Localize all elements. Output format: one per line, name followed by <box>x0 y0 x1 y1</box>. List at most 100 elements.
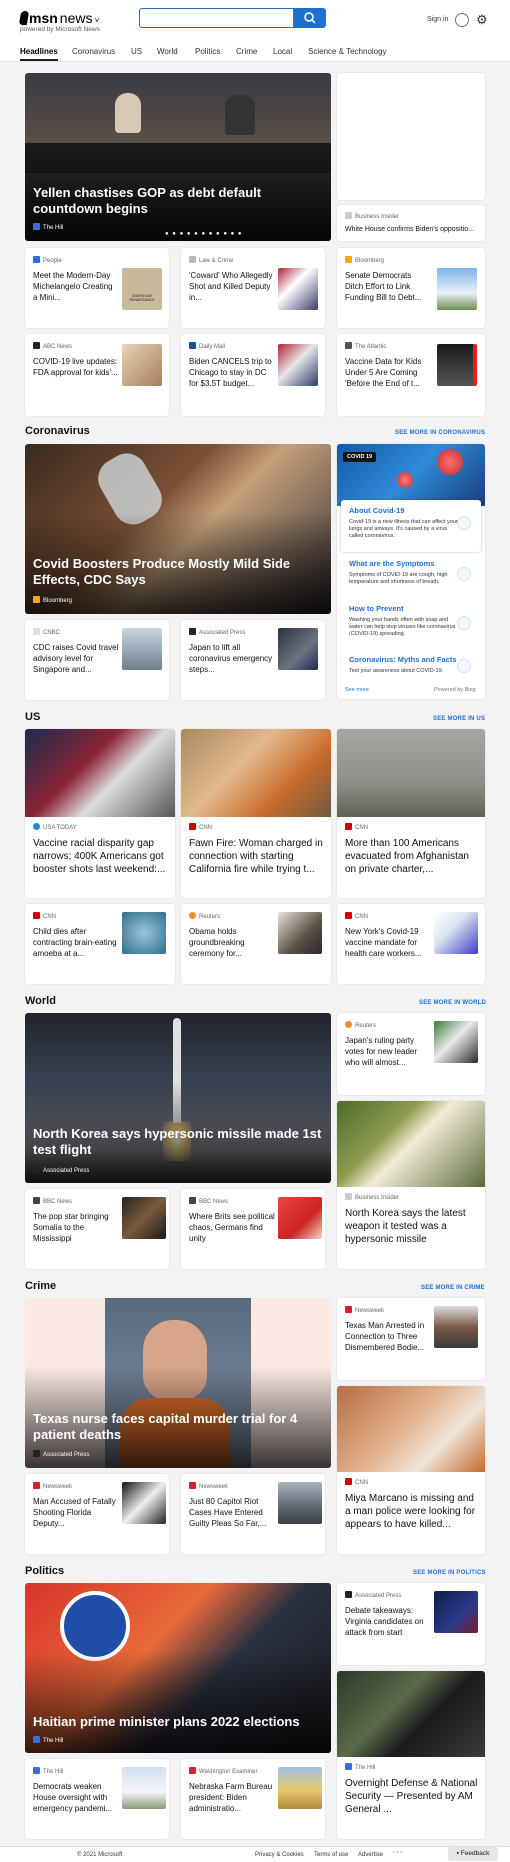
sign-in-link[interactable]: Sign in <box>427 16 448 23</box>
card-overnight-defense[interactable]: The Hill Overnight Defense & National Se… <box>337 1671 485 1839</box>
carousel-dots[interactable]: ● ● ● ● ● ● ● ● ● ● ● <box>165 231 243 237</box>
msn-logo[interactable]: msn news ˅ <box>18 10 100 26</box>
hero-card-north-korea[interactable]: North Korea says hypersonic missile made… <box>25 1013 331 1183</box>
card-title: 'Coward' Who Allegedly Shot and Killed D… <box>189 271 273 302</box>
terms-link[interactable]: Terms of use <box>314 1852 348 1858</box>
card-covid-live[interactable]: ABC News COVID-19 live updates: FDA appr… <box>25 334 169 416</box>
source-icon <box>189 823 196 830</box>
card-cdc-singapore[interactable]: CNBC CDC raises Covid travel advisory le… <box>25 620 169 700</box>
covid-item-prevent[interactable]: How to Prevent Washing your hands often … <box>341 602 481 648</box>
card-fawn-fire[interactable]: CNN Fawn Fire: Woman charged in connecti… <box>181 729 331 898</box>
covid-item-about[interactable]: About Covid-19 Covid-19 is a new illness… <box>341 500 481 552</box>
section-heading-us: US <box>25 711 41 723</box>
see-more-politics[interactable]: SEE MORE IN POLITICS <box>413 1570 486 1576</box>
tab-science-technology[interactable]: Science & Technology <box>308 47 387 56</box>
card-debate-takeaways[interactable]: Associated Press Debate takeaways: Virgi… <box>337 1583 485 1665</box>
tab-headlines[interactable]: Headlines <box>20 47 58 61</box>
card-obama[interactable]: Reuters Obama holds groundbreaking cerem… <box>181 904 331 984</box>
card-amoeba[interactable]: CNN Child dies after contracting brain-e… <box>25 904 175 984</box>
hero-source: The Hill <box>33 223 63 231</box>
hero-source-label: Bloomberg <box>43 598 73 604</box>
privacy-link[interactable]: Privacy & Cookies <box>255 1852 304 1858</box>
feedback-button[interactable]: ▪ Feedback <box>448 1847 498 1861</box>
tab-politics[interactable]: Politics <box>195 47 220 56</box>
card-nk-hypersonic[interactable]: Business Insider North Korea says the la… <box>337 1101 485 1269</box>
hero-card-texas-nurse[interactable]: Texas nurse faces capital murder trial f… <box>25 1298 331 1468</box>
card-brits-germans[interactable]: BBC News Where Brits see political chaos… <box>181 1189 325 1269</box>
card-title: CDC raises Covid travel advisory level f… <box>33 643 119 674</box>
advertise-link[interactable]: Advertise <box>358 1852 383 1858</box>
card-title: Just 80 Capitol Riot Cases Have Entered … <box>189 1497 267 1528</box>
covid-item-symptoms[interactable]: What are the Symptoms Symptoms of COVID-… <box>341 557 481 597</box>
source-icon <box>345 912 352 919</box>
card-vaccine-gap[interactable]: USA TODAY Vaccine racial disparity gap n… <box>25 729 175 898</box>
source-label: BBC News <box>199 1199 229 1205</box>
source-label: Washington Examiner <box>199 1769 258 1775</box>
hero-card-yellen[interactable]: Yellen chastises GOP as debt default cou… <box>25 73 331 241</box>
card-japan-emergency[interactable]: Associated Press Japan to lift all coron… <box>181 620 325 700</box>
avatar-icon[interactable] <box>455 13 469 27</box>
hero-source: Associated Press <box>33 1450 89 1458</box>
tab-us[interactable]: US <box>131 47 142 56</box>
card-biden-chicago[interactable]: Daily Mail Biden CANCELS trip to Chicago… <box>181 334 325 416</box>
hero-card-haiti[interactable]: Haitian prime minister plans 2022 electi… <box>25 1583 331 1753</box>
tab-coronavirus[interactable]: Coronavirus <box>72 47 115 56</box>
see-more-us[interactable]: SEE MORE IN US <box>433 716 485 722</box>
source-label: CNN <box>43 914 56 920</box>
gear-icon[interactable]: ⚙ <box>476 12 488 28</box>
see-more-coronavirus[interactable]: SEE MORE IN CORONAVIRUS <box>395 430 485 436</box>
card-thumbnail <box>122 628 162 670</box>
hero-card-covid-boosters[interactable]: Covid Boosters Produce Mostly Mild Side … <box>25 444 331 614</box>
card-source: People <box>33 256 62 264</box>
card-japan-party[interactable]: Reuters Japan's ruling party votes for n… <box>337 1013 485 1095</box>
thumbnail-caption: ODERN DAY RENAISSANCE <box>129 294 155 302</box>
card-thumbnail <box>278 1482 322 1524</box>
side-card-biden[interactable]: Business Insider White House confirms Bi… <box>337 205 485 241</box>
search-icon <box>304 12 316 24</box>
chevron-down-icon[interactable]: ˅ <box>92 16 100 25</box>
hero-source: The Hill <box>33 1736 63 1744</box>
card-thumbnail <box>278 344 318 386</box>
card-senate[interactable]: Bloomberg Senate Democrats Ditch Effort … <box>337 248 485 328</box>
card-michelangelo[interactable]: People Meet the Modern-Day Michelangelo … <box>25 248 169 328</box>
hero-gradient <box>25 1651 331 1753</box>
card-miya-marcano[interactable]: CNN Miya Marcano is missing and a man po… <box>337 1386 485 1554</box>
card-source: Newsweek <box>345 1306 384 1314</box>
card-afghanistan-charter[interactable]: CNN More than 100 Americans evacuated fr… <box>337 729 485 898</box>
card-thumbnail: ODERN DAY RENAISSANCE <box>122 268 162 310</box>
source-label: Business Insider <box>355 214 400 220</box>
card-vaccine-kids[interactable]: The Atlantic Vaccine Data for Kids Under… <box>337 334 485 416</box>
product-label[interactable]: news <box>60 10 93 26</box>
card-democrats-oversight[interactable]: The Hill Democrats weaken House oversigh… <box>25 1759 169 1839</box>
more-links[interactable]: · · · <box>393 1850 402 1856</box>
card-source: CNN <box>33 912 56 920</box>
tab-local[interactable]: Local <box>273 47 292 56</box>
card-nebraska-farm[interactable]: Washington Examiner Nebraska Farm Bureau… <box>181 1759 325 1839</box>
source-label: CNN <box>355 825 368 831</box>
card-title: The pop star bringing Somalia to the Mis… <box>33 1212 109 1243</box>
card-title: COVID-19 live updates: FDA approval for … <box>33 357 118 377</box>
section-heading-coronavirus: Coronavirus <box>25 425 90 437</box>
tab-world[interactable]: World <box>157 47 178 56</box>
covid-item-myths[interactable]: Coronavirus: Myths and Facts Test your a… <box>341 653 481 683</box>
card-coward[interactable]: Law & Crime 'Coward' Who Allegedly Shot … <box>181 248 325 328</box>
card-ny-mandate[interactable]: CNN New York's Covid-19 vaccine mandate … <box>337 904 485 984</box>
search-button[interactable] <box>294 8 326 28</box>
card-fatally-shooting[interactable]: Newsweek Man Accused of Fatally Shooting… <box>25 1474 169 1554</box>
card-pop-star[interactable]: BBC News The pop star bringing Somalia t… <box>25 1189 169 1269</box>
powered-by-bing: Powered by Bing <box>434 687 476 693</box>
search-input[interactable] <box>140 10 293 28</box>
tab-crime[interactable]: Crime <box>236 47 257 56</box>
source-label: CNN <box>199 825 212 831</box>
card-thumbnail <box>278 1197 322 1239</box>
covid-item-desc: Washing your hands often with soap and w… <box>349 617 456 637</box>
source-icon <box>189 912 196 919</box>
card-dismembered[interactable]: Newsweek Texas Man Arrested in Connectio… <box>337 1298 485 1380</box>
see-more-world[interactable]: SEE MORE IN WORLD <box>419 1000 486 1006</box>
card-capitol-riot[interactable]: Newsweek Just 80 Capitol Riot Cases Have… <box>181 1474 325 1554</box>
see-more-crime[interactable]: SEE MORE IN CRIME <box>421 1285 485 1291</box>
card-thumbnail <box>434 912 478 954</box>
covid-see-more[interactable]: See more <box>345 687 369 693</box>
search-box[interactable] <box>139 8 294 28</box>
card-title: New York's Covid-19 vaccine mandate for … <box>345 927 422 958</box>
